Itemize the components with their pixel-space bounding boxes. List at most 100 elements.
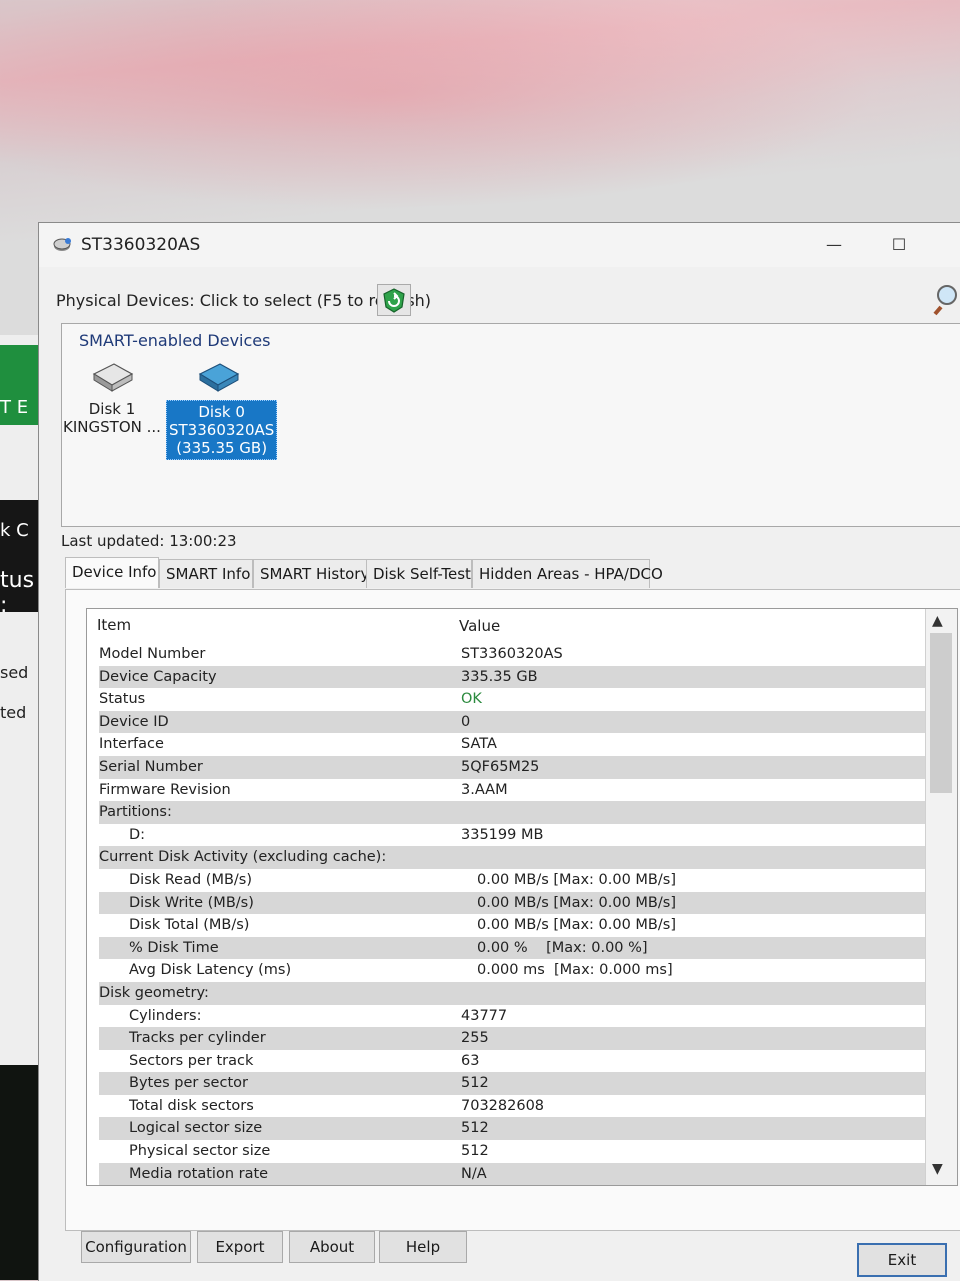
tab-smart-info[interactable]: SMART Info [159,559,253,588]
hard-drive-icon [92,363,134,392]
table-row[interactable]: Cylinders: 43777 [99,1005,925,1028]
row-key: Disk geometry: [99,984,209,1001]
vertical-scrollbar[interactable]: ▲ ▼ [925,609,957,1185]
desktop-wallpaper [0,0,960,230]
row-key: Model Number [99,646,206,662]
configuration-button[interactable]: Configuration [81,1231,191,1263]
minimize-button[interactable]: — [819,231,849,259]
scrollbar-thumb[interactable] [930,633,952,793]
about-button[interactable]: About [289,1231,375,1263]
row-key: Disk Write (MB/s) [129,894,254,911]
row-value: 0 [461,713,471,730]
tab-disk-self-test[interactable]: Disk Self-Test [366,559,472,588]
table-row[interactable]: Bytes per sector 512 [99,1072,925,1095]
row-key: Interface [99,736,164,753]
physical-devices-label: Physical Devices: Click to select (F5 to… [56,291,432,310]
row-value: 5QF65M25 [461,758,540,775]
table-row[interactable]: Disk Write (MB/s) 0.00 MB/s [Max: 0.00 MB… [99,891,925,915]
table-rows: Model Number ST3360320AS Device Capacity 3… [99,643,925,1185]
row-value: 0.00 MB/s [Max: 0.00 MB/s] [477,917,676,934]
selected-device-label: Disk 0 ST3360320AS (335.35 GB) [166,400,278,460]
row-key: Status [99,691,146,708]
table-row[interactable]: Status OK [99,688,925,711]
exit-button[interactable]: Exit [857,1243,947,1277]
app-icon [53,237,73,253]
row-key: Firmware Revision [99,781,231,798]
help-button[interactable]: Help [379,1231,467,1263]
export-button[interactable]: Export [197,1231,283,1263]
table-row[interactable]: Physical sector size 512 [99,1140,925,1163]
background-side-text-2: ted [0,703,27,722]
device-label-line2: KINGSTON ... [63,418,161,436]
tab-device-info[interactable]: Device Info [65,557,159,588]
device-label-line3: (335.35 GB) [176,439,268,457]
table-row[interactable]: Serial Number 5QF65M25 [99,755,925,779]
table-row[interactable]: Tracks per cylinder 255 [99,1027,925,1050]
table-row[interactable]: Disk Read (MB/s) 0.00 MB/s [Max: 0.00 MB/… [99,869,925,892]
table-row[interactable]: Disk Total (MB/s) 0.00 MB/s [Max: 0.00 MB… [99,914,925,937]
tab-hidden-areas[interactable]: Hidden Areas - HPA/DCO [472,559,663,588]
scroll-down-icon[interactable]: ▼ [932,1161,943,1177]
row-key: Device Capacity [99,668,217,685]
row-value: 512 [461,1075,489,1092]
device-label-line2: ST3360320AS [169,421,275,439]
row-value: 512 [461,1143,489,1160]
table-header: Item Value [87,609,925,639]
row-key: Total disk sectors [129,1097,254,1114]
row-value: 0.000 ms [Max: 0.000 ms] [477,962,673,979]
column-header-value: Value [459,617,501,635]
device-info-page: Item Value Model Number ST3360320AS Devic… [65,589,960,1231]
table-row[interactable]: Sectors per track 63 [99,1050,925,1073]
row-key: Media rotation rate [129,1165,269,1182]
row-value: 3.AAM [461,781,508,798]
window-title: ST3360320AS [81,235,201,255]
row-value: SATA [461,736,497,753]
row-key: Avg Disk Latency (ms) [129,962,292,979]
row-key: Disk Read (MB/s) [129,871,253,888]
row-key: Device ID [99,713,169,730]
row-key: Tracks per cylinder [129,1030,266,1047]
search-icon[interactable] [933,281,960,317]
refresh-button[interactable] [377,284,411,316]
device-item-disk-0[interactable]: Disk 0 ST3360320AS (335.35 GB) [166,360,278,460]
maximize-button[interactable]: ☐ [884,231,914,259]
table-row[interactable]: Device Capacity 335.35 GB [99,665,925,689]
title-bar: ST3360320AS — ☐ [39,223,960,267]
row-key: D: [129,826,146,843]
row-value: 512 [461,1120,489,1137]
background-side-text-1: sed [0,663,29,682]
scroll-up-icon[interactable]: ▲ [932,613,943,629]
table-row[interactable]: Model Number ST3360320AS [99,643,925,666]
table-row[interactable]: Media rotation rate N/A [99,1162,925,1185]
row-value: N/A [461,1165,487,1182]
table-row[interactable]: D: 335199 MB [99,824,925,847]
background-dark-text-a: k C [0,520,29,541]
row-value: 0.00 % [Max: 0.00 %] [477,939,648,956]
device-item-disk-1[interactable]: Disk 1 KINGSTON ... [62,360,162,436]
row-value: 43777 [461,1007,508,1024]
table-row[interactable]: Disk geometry: [99,981,925,1005]
row-value: 63 [461,1052,480,1069]
table-row[interactable]: % Disk Time 0.00 % [Max: 0.00 %] [99,936,925,960]
row-key: % Disk Time [129,939,219,956]
table-row[interactable]: Current Disk Activity (excluding cache): [99,846,925,869]
row-value: 0.00 MB/s [Max: 0.00 MB/s] [477,894,676,911]
row-key: Disk Total (MB/s) [129,917,250,934]
row-key: Sectors per track [129,1052,254,1069]
device-info-table[interactable]: Item Value Model Number ST3360320AS Devic… [86,608,958,1186]
table-row[interactable]: Firmware Revision 3.AAM [99,779,925,802]
smart-devices-header: SMART-enabled Devices [79,331,271,350]
table-row[interactable]: Partitions: [99,801,925,824]
table-row[interactable]: Logical sector size 512 [99,1117,925,1141]
table-row[interactable]: Avg Disk Latency (ms) 0.000 ms [Max: 0.00… [99,959,925,982]
row-key: Current Disk Activity (excluding cache): [99,849,387,866]
row-value: 335199 MB [461,826,544,843]
table-row[interactable]: Total disk sectors 703282608 [99,1095,925,1118]
table-row[interactable]: Device ID 0 [99,710,925,734]
hard-drive-icon [198,363,240,392]
row-key: Bytes per sector [129,1075,248,1092]
row-value: 335.35 GB [461,668,538,685]
row-key: Logical sector size [129,1120,263,1137]
tab-smart-history[interactable]: SMART History [253,559,369,588]
table-row[interactable]: Interface SATA [99,733,925,756]
